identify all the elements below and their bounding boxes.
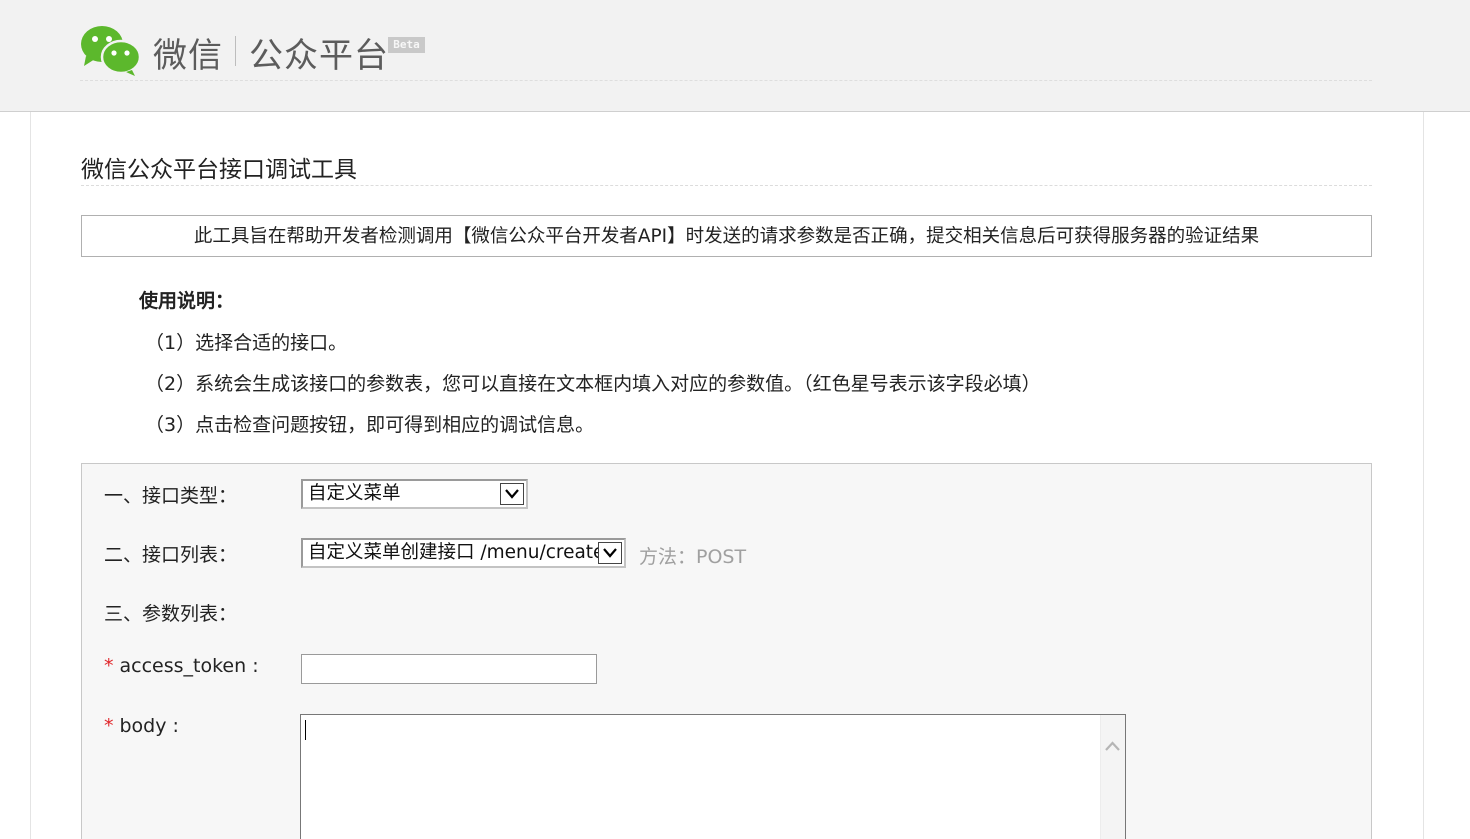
chevron-down-icon[interactable] xyxy=(598,542,622,564)
param-list-label: 三、参数列表： xyxy=(104,603,238,625)
interface-list-value: 自定义菜单创建接口 /menu/create xyxy=(308,542,605,563)
access-token-input[interactable] xyxy=(301,654,597,684)
notice-box: 此工具旨在帮助开发者检测调用【微信公众平台开发者API】时发送的请求参数是否正确… xyxy=(81,215,1372,257)
beta-badge: Beta xyxy=(388,37,425,53)
instruction-step: （3）点击检查问题按钮，即可得到相应的调试信息。 xyxy=(145,414,595,436)
required-star: * xyxy=(104,715,114,737)
instruction-step: （2）系统会生成该接口的参数表，您可以直接在文本框内填入对应的参数值。（红色星号… xyxy=(145,373,1041,395)
interface-list-select[interactable]: 自定义菜单创建接口 /menu/create xyxy=(301,538,626,568)
interface-type-value: 自定义菜单 xyxy=(308,483,401,504)
interface-type-label: 一、接口类型： xyxy=(104,485,238,507)
instruction-step: （1）选择合适的接口。 xyxy=(145,332,348,354)
required-star: * xyxy=(104,655,114,677)
access-token-label: * access_token : xyxy=(104,655,259,677)
textarea-scrollbar[interactable] xyxy=(1100,715,1125,839)
page-title: 微信公众平台接口调试工具 xyxy=(81,157,357,183)
body-label-text: body : xyxy=(119,715,179,737)
title-divider xyxy=(81,185,1372,186)
brand-separator xyxy=(235,36,236,66)
access-token-label-text: access_token : xyxy=(119,655,259,677)
chevron-up-icon[interactable] xyxy=(1104,739,1121,753)
text-caret xyxy=(305,720,306,740)
body-textarea[interactable] xyxy=(300,714,1126,839)
header-divider xyxy=(80,80,1372,81)
brand-subtitle: 公众平台 xyxy=(249,36,389,76)
interface-list-label: 二、接口列表： xyxy=(104,544,238,566)
instructions-title: 使用说明： xyxy=(139,290,235,312)
http-method: 方法：POST xyxy=(639,546,747,568)
wechat-logo-icon xyxy=(81,26,142,76)
brand-name: 微信 xyxy=(153,36,223,76)
body-label: * body : xyxy=(104,715,179,737)
interface-type-select[interactable]: 自定义菜单 xyxy=(301,479,528,509)
chevron-down-icon[interactable] xyxy=(500,483,524,505)
